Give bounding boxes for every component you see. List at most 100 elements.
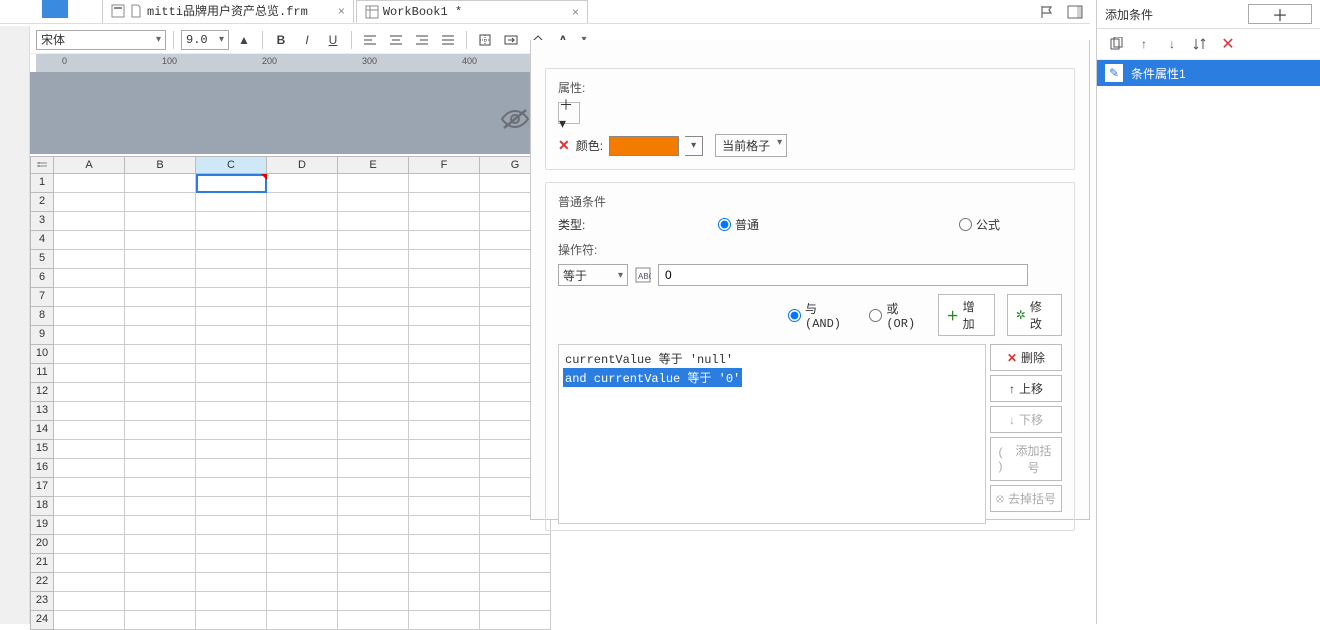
flag-icon[interactable] <box>1036 2 1058 22</box>
cell[interactable] <box>409 516 480 535</box>
clause-line[interactable]: and currentValue 等于 '0' <box>563 368 742 387</box>
cell[interactable] <box>267 535 338 554</box>
radio-input[interactable] <box>869 309 882 322</box>
cell[interactable] <box>267 554 338 573</box>
add-condition-button[interactable]: ＋ <box>1248 4 1312 24</box>
logic-and-radio[interactable]: 与(AND) <box>788 300 851 331</box>
align-distribute-button[interactable] <box>437 30 459 50</box>
cell[interactable] <box>54 193 125 212</box>
cell[interactable] <box>480 554 551 573</box>
cell[interactable] <box>267 269 338 288</box>
cell[interactable] <box>267 478 338 497</box>
cell[interactable] <box>54 345 125 364</box>
cell[interactable] <box>125 364 196 383</box>
row-header[interactable]: 22 <box>30 573 54 592</box>
cell[interactable] <box>338 269 409 288</box>
cell[interactable] <box>409 440 480 459</box>
cell[interactable] <box>267 364 338 383</box>
cell[interactable] <box>196 592 267 611</box>
cell[interactable] <box>338 345 409 364</box>
cell[interactable] <box>196 326 267 345</box>
cell[interactable] <box>125 250 196 269</box>
cell[interactable] <box>409 193 480 212</box>
cell[interactable] <box>54 326 125 345</box>
cell[interactable] <box>338 535 409 554</box>
cell[interactable] <box>267 212 338 231</box>
underline-button[interactable]: U <box>322 30 344 50</box>
cell[interactable] <box>54 535 125 554</box>
cell[interactable] <box>267 497 338 516</box>
type-normal-radio[interactable]: 普通 <box>718 216 759 233</box>
row-header[interactable]: 5 <box>30 250 54 269</box>
col-header[interactable]: D <box>267 156 338 174</box>
radio-input[interactable] <box>788 309 801 322</box>
cell[interactable] <box>196 193 267 212</box>
value-input[interactable] <box>658 264 1028 286</box>
copy-icon[interactable] <box>1107 35 1125 53</box>
formula-editor-icon[interactable]: ABC <box>634 265 652 285</box>
cell[interactable] <box>409 212 480 231</box>
cell[interactable] <box>267 174 338 193</box>
cell[interactable] <box>267 440 338 459</box>
row-header[interactable]: 19 <box>30 516 54 535</box>
cell[interactable] <box>267 573 338 592</box>
cell[interactable] <box>54 459 125 478</box>
row-header[interactable]: 8 <box>30 307 54 326</box>
border-button[interactable] <box>474 30 496 50</box>
cell[interactable] <box>267 231 338 250</box>
align-left-button[interactable] <box>359 30 381 50</box>
cell[interactable] <box>338 250 409 269</box>
cell[interactable] <box>54 269 125 288</box>
cell[interactable] <box>54 516 125 535</box>
cell[interactable] <box>196 573 267 592</box>
cell[interactable] <box>196 497 267 516</box>
cell[interactable] <box>409 345 480 364</box>
modify-clause-button[interactable]: ✲修改 <box>1007 294 1062 336</box>
cell[interactable] <box>409 535 480 554</box>
cell[interactable] <box>125 459 196 478</box>
cell[interactable] <box>409 573 480 592</box>
row-header[interactable]: 20 <box>30 535 54 554</box>
radio-input[interactable] <box>718 218 731 231</box>
cell[interactable] <box>338 231 409 250</box>
cell[interactable] <box>409 421 480 440</box>
row-header[interactable]: 15 <box>30 440 54 459</box>
cell[interactable] <box>54 478 125 497</box>
add-paren-button[interactable]: ( )添加括号 <box>990 437 1062 481</box>
clause-list[interactable]: currentValue 等于 'null' and currentValue … <box>558 344 986 524</box>
col-header[interactable]: F <box>409 156 480 174</box>
cell[interactable] <box>338 402 409 421</box>
cell[interactable] <box>480 611 551 630</box>
cell[interactable] <box>196 307 267 326</box>
cell[interactable] <box>196 402 267 421</box>
align-center-button[interactable] <box>385 30 407 50</box>
cell[interactable] <box>338 611 409 630</box>
cell[interactable] <box>54 288 125 307</box>
cell[interactable] <box>409 288 480 307</box>
cell[interactable] <box>267 383 338 402</box>
cell[interactable] <box>54 497 125 516</box>
cell[interactable] <box>267 459 338 478</box>
cell[interactable] <box>54 573 125 592</box>
cell[interactable] <box>409 497 480 516</box>
row-header[interactable]: 24 <box>30 611 54 630</box>
cell[interactable] <box>338 193 409 212</box>
cell[interactable] <box>409 326 480 345</box>
col-header[interactable]: E <box>338 156 409 174</box>
cell[interactable] <box>267 592 338 611</box>
cell[interactable] <box>125 231 196 250</box>
row-header[interactable]: 7 <box>30 288 54 307</box>
row-header[interactable]: 16 <box>30 459 54 478</box>
cell[interactable] <box>125 421 196 440</box>
cell[interactable] <box>196 288 267 307</box>
cell[interactable] <box>409 611 480 630</box>
cell[interactable] <box>125 516 196 535</box>
condition-list-item[interactable]: ✎ 条件属性1 <box>1097 60 1320 86</box>
delete-clause-button[interactable]: ✕删除 <box>990 344 1062 371</box>
cell[interactable] <box>338 497 409 516</box>
cell[interactable] <box>125 307 196 326</box>
cell[interactable] <box>409 383 480 402</box>
clause-line[interactable]: currentValue 等于 'null' <box>563 349 981 368</box>
cell[interactable] <box>409 269 480 288</box>
operator-select[interactable]: 等于 ▾ <box>558 264 628 286</box>
